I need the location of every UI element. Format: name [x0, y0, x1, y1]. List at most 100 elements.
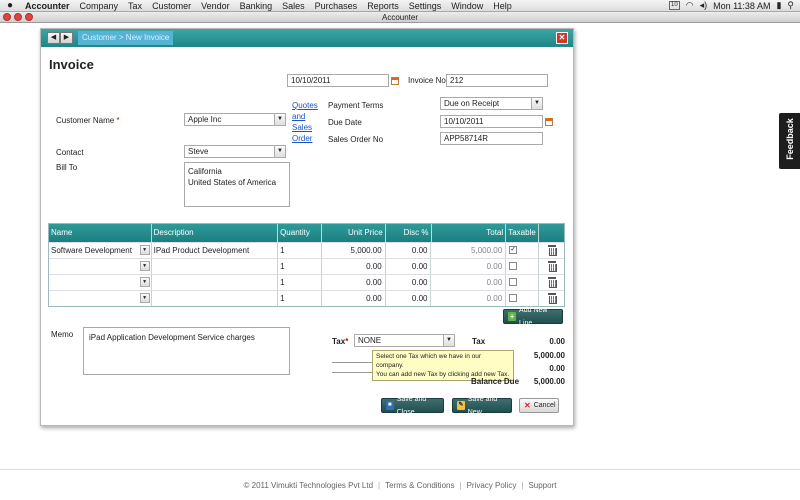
menu-tax[interactable]: Tax	[123, 1, 147, 11]
customer-name-label: Customer Name *	[56, 116, 120, 125]
plus-icon: +	[508, 312, 517, 321]
discount-cell[interactable]: 0.00	[386, 275, 432, 290]
item-name-cell[interactable]: Software Development ▼	[49, 243, 152, 258]
chevron-down-icon[interactable]: ▼	[139, 277, 150, 287]
separator: |	[378, 480, 381, 490]
menu-company[interactable]: Company	[75, 1, 124, 11]
taxable-checkbox[interactable]	[509, 262, 518, 270]
taxable-checkbox[interactable]	[509, 294, 518, 302]
discount-cell[interactable]: 0.00	[386, 243, 432, 258]
unit-price-cell[interactable]: 0.00	[322, 291, 386, 306]
invoice-no-label: Invoice No	[408, 76, 446, 85]
spotlight-search-icon[interactable]: ⚲	[787, 0, 794, 11]
add-new-line-button[interactable]: + Add New Line	[503, 307, 563, 327]
calendar-icon[interactable]	[391, 77, 399, 85]
trash-icon[interactable]	[548, 277, 558, 288]
bill-to-address[interactable]: California United States of America	[184, 162, 290, 207]
menu-help[interactable]: Help	[488, 1, 517, 11]
feedback-tab[interactable]: Feedback	[779, 113, 800, 169]
menu-vendor[interactable]: Vendor	[196, 1, 235, 11]
breadcrumb[interactable]: Customer > New Invoice	[78, 31, 174, 45]
calendar-icon[interactable]: 10	[669, 1, 680, 10]
unit-price-cell[interactable]: 5,000.00	[322, 243, 386, 258]
chevron-down-icon[interactable]: ▼	[443, 335, 454, 346]
tax-select[interactable]: NONE ▼	[354, 334, 455, 347]
table-row: ▼ 1 0.00 0.00 0.00	[49, 290, 564, 306]
quantity-cell[interactable]: 1	[278, 291, 322, 306]
support-link[interactable]: Support	[528, 481, 556, 490]
quotes-and-sales-order-link[interactable]: Quotes and Sales Order	[292, 100, 318, 144]
sales-order-no-field[interactable]: APP58714R	[440, 132, 543, 145]
minimize-window-button[interactable]	[14, 13, 22, 21]
page: ◀ ▶ Customer > New Invoice ✕ Invoice 10/…	[0, 24, 800, 500]
description-cell[interactable]	[152, 291, 279, 306]
menu-app[interactable]: Accounter	[20, 1, 75, 11]
delete-cell	[539, 243, 564, 258]
menu-reports[interactable]: Reports	[362, 1, 404, 11]
item-name-cell[interactable]: ▼	[49, 291, 152, 306]
close-window-button[interactable]	[3, 13, 11, 21]
payments-value: 0.00	[549, 364, 565, 373]
chevron-down-icon[interactable]: ▼	[139, 245, 150, 255]
trash-icon[interactable]	[548, 293, 558, 304]
quantity-cell[interactable]: 1	[278, 275, 322, 290]
chevron-down-icon[interactable]: ▼	[274, 146, 285, 157]
trash-icon[interactable]	[548, 245, 558, 256]
unit-price-cell[interactable]: 0.00	[322, 275, 386, 290]
cancel-x-icon: ✕	[524, 401, 531, 410]
menu-purchases[interactable]: Purchases	[310, 1, 363, 11]
quantity-cell[interactable]: 1	[278, 259, 322, 274]
privacy-link[interactable]: Privacy Policy	[467, 481, 517, 490]
clock[interactable]: Mon 11:38 AM	[713, 1, 770, 11]
calendar-icon[interactable]	[545, 118, 553, 126]
table-row: ▼ 1 0.00 0.00 0.00	[49, 258, 564, 274]
item-name-cell[interactable]: ▼	[49, 275, 152, 290]
trash-icon[interactable]	[548, 261, 558, 272]
description-cell[interactable]: IPad Product Development	[152, 243, 279, 258]
sales-order-no-label: Sales Order No	[328, 135, 384, 144]
zoom-window-button[interactable]	[25, 13, 33, 21]
forward-arrow-icon[interactable]: ▶	[60, 32, 73, 44]
discount-cell[interactable]: 0.00	[386, 259, 432, 274]
footer: © 2011 Vimukti Technologies Pvt Ltd | Te…	[0, 469, 800, 500]
menu-customer[interactable]: Customer	[147, 1, 196, 11]
invoice-date-field[interactable]: 10/10/2011	[287, 74, 389, 87]
menu-bar: ● Accounter Company Tax Customer Vendor …	[0, 0, 800, 12]
wifi-icon[interactable]: ◠	[686, 0, 694, 11]
invoice-no-field[interactable]: 212	[446, 74, 548, 87]
column-header-quantity: Quantity	[278, 224, 322, 242]
description-cell[interactable]	[152, 275, 279, 290]
apple-menu-icon[interactable]: ●	[0, 0, 20, 11]
customer-name-select[interactable]: Apple Inc ▼	[184, 113, 286, 126]
taxable-checkbox[interactable]	[509, 278, 518, 286]
volume-icon[interactable]: ◂)	[700, 0, 708, 11]
menu-window[interactable]: Window	[446, 1, 488, 11]
memo-field[interactable]: iPad Application Development Service cha…	[83, 327, 290, 375]
menu-sales[interactable]: Sales	[277, 1, 310, 11]
due-date-field[interactable]: 10/10/2011	[440, 115, 543, 128]
taxable-checkbox[interactable]: ✓	[509, 246, 518, 254]
total-cell: 0.00	[431, 291, 507, 306]
user-icon[interactable]: ▮	[776, 0, 781, 11]
payment-terms-select[interactable]: Due on Receipt ▼	[440, 97, 543, 110]
close-dialog-button[interactable]: ✕	[556, 32, 568, 44]
back-arrow-icon[interactable]: ◀	[47, 32, 60, 44]
terms-link[interactable]: Terms & Conditions	[385, 481, 454, 490]
chevron-down-icon[interactable]: ▼	[139, 261, 150, 271]
chevron-down-icon[interactable]: ▼	[139, 293, 150, 303]
save-and-new-button[interactable]: ✎ Save and New	[452, 396, 512, 416]
line-items-table: Name Description Quantity Unit Price Dis…	[48, 223, 565, 307]
contact-select[interactable]: Steve ▼	[184, 145, 286, 158]
chevron-down-icon[interactable]: ▼	[531, 98, 542, 109]
unit-price-cell[interactable]: 0.00	[322, 259, 386, 274]
save-and-close-button[interactable]: ■ Save and Close	[381, 396, 444, 416]
discount-cell[interactable]: 0.00	[386, 291, 432, 306]
description-cell[interactable]	[152, 259, 279, 274]
item-name-cell[interactable]: ▼	[49, 259, 152, 274]
quantity-cell[interactable]: 1	[278, 243, 322, 258]
menu-settings[interactable]: Settings	[404, 1, 447, 11]
menu-banking[interactable]: Banking	[235, 1, 278, 11]
separator: |	[521, 480, 524, 490]
chevron-down-icon[interactable]: ▼	[274, 114, 285, 125]
cancel-button[interactable]: ✕ Cancel	[519, 398, 559, 413]
